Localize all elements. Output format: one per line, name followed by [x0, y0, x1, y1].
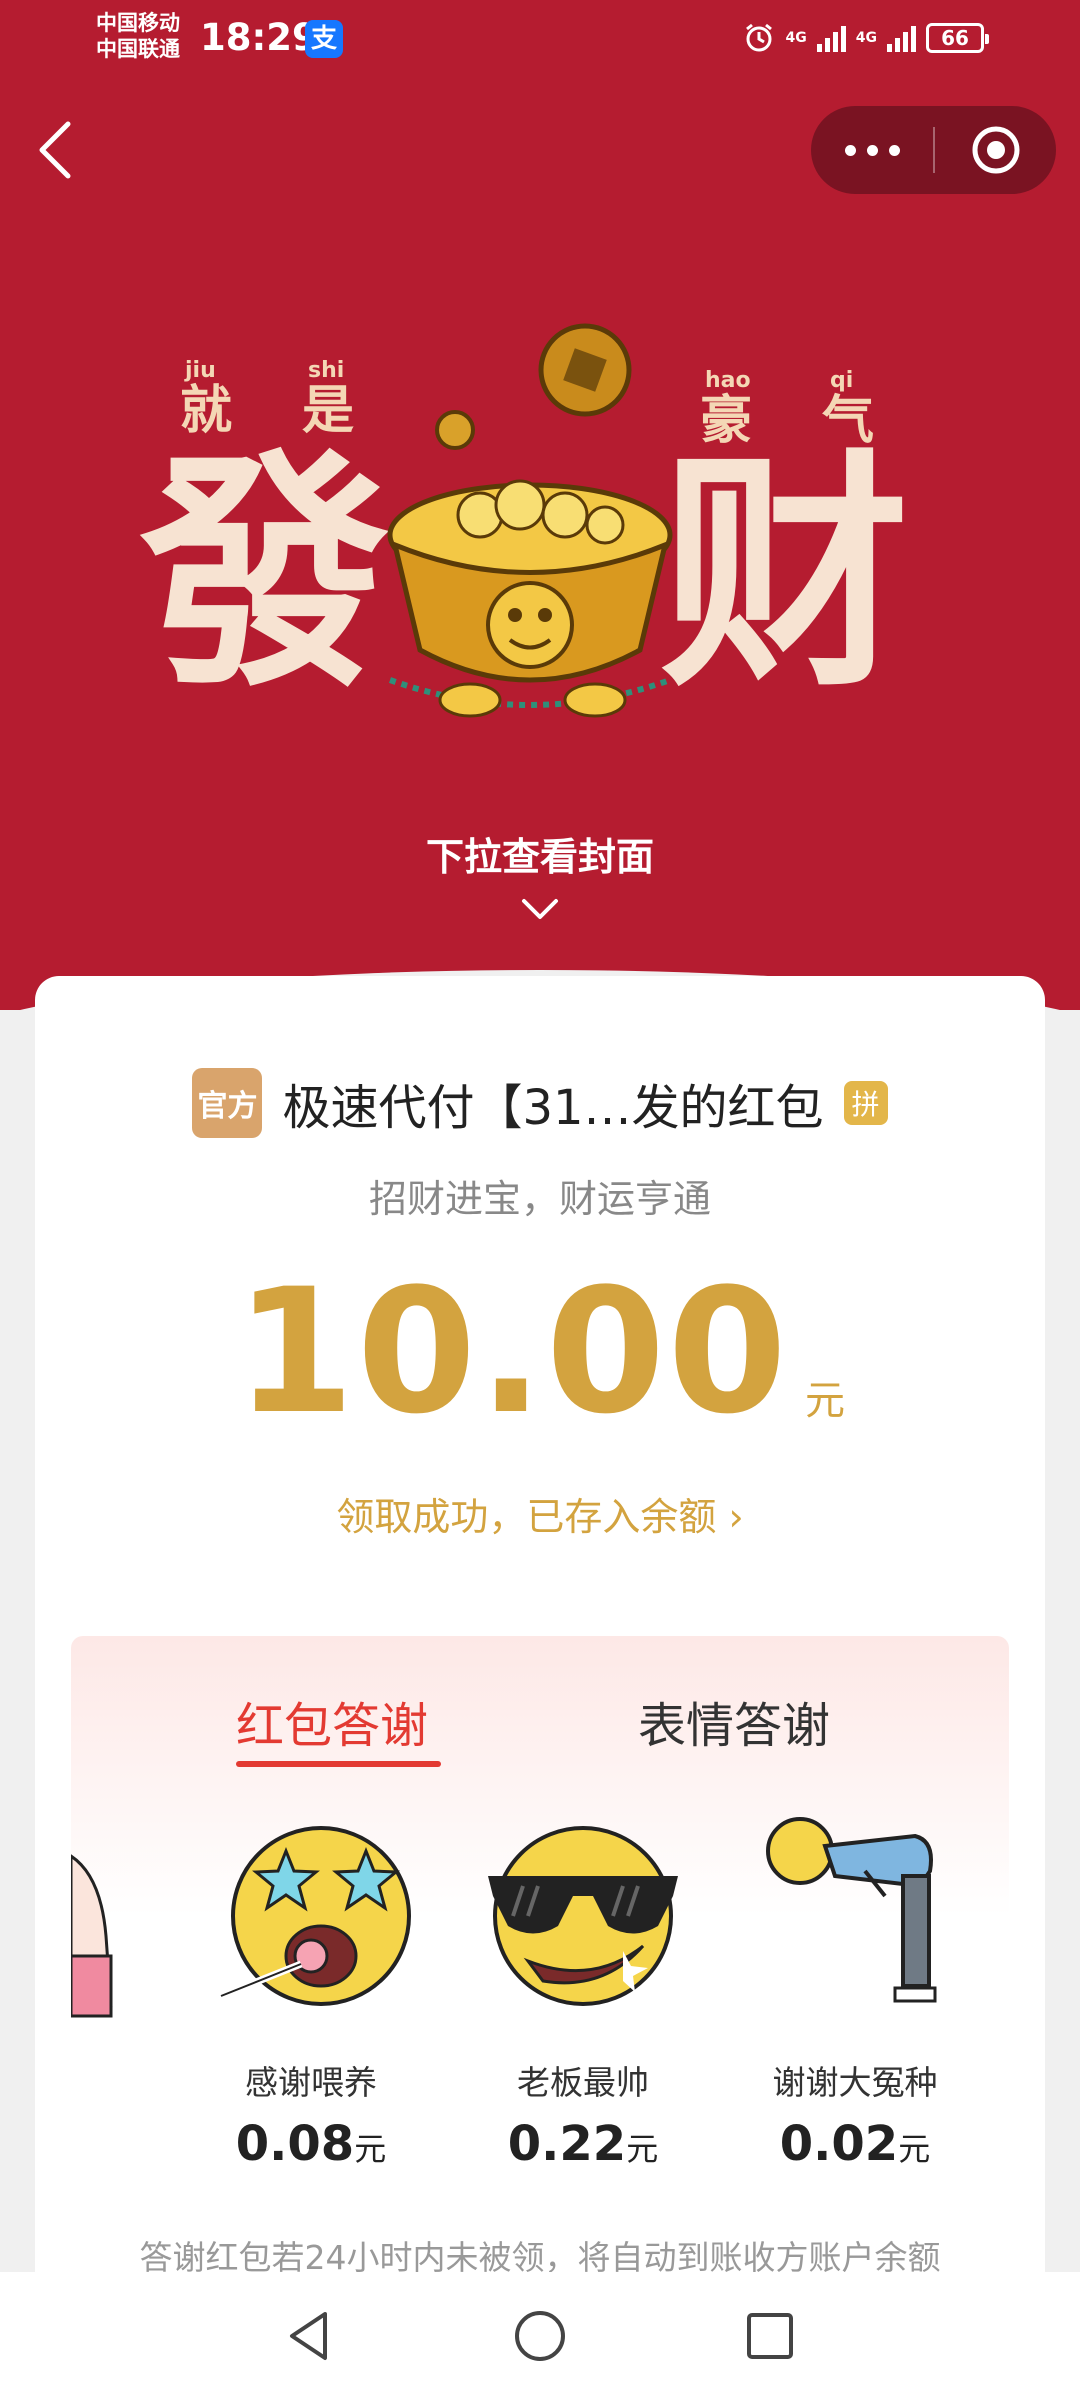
thanks-item-unit: 元	[626, 2130, 659, 2168]
alarm-icon	[745, 23, 772, 52]
close-miniprogram-button[interactable]	[935, 106, 1056, 194]
alipay-icon: 支	[305, 20, 343, 58]
pinyin-3: hao	[705, 368, 751, 393]
blessing-text: 招财进宝，财运亨通	[368, 1177, 711, 1221]
more-button[interactable]	[811, 106, 933, 194]
amount-value: 10.00	[234, 1251, 790, 1452]
thanks-item-amount: 0.02	[779, 2116, 899, 2172]
thanks-item-amount: 0.08	[235, 2116, 355, 2172]
tab-emoji-thanks[interactable]: 表情答谢	[638, 1686, 830, 1756]
carrier-2: 中国联通	[96, 37, 180, 61]
pin-badge: 拼	[843, 1081, 888, 1125]
hand-sticker-icon	[71, 1854, 113, 2018]
thanks-item-price: 0.02元	[735, 2116, 975, 2172]
system-navigation-bar	[0, 2272, 1080, 2400]
battery-level: 66	[941, 26, 969, 50]
amount-row: 10.00 元	[35, 1266, 1045, 1438]
thanks-panel: 红包答谢 表情答谢 感谢喂养 0.08元 老板最帅 0.22元 谢谢大冤种 0.…	[71, 1636, 1009, 2316]
official-badge: 官方	[192, 1068, 263, 1138]
chevron-left-icon	[39, 121, 71, 179]
sender-name: 极速代付【31…发的红包	[282, 1080, 824, 1136]
more-dot	[866, 144, 878, 156]
treasure-bowl-icon	[387, 323, 673, 718]
thanks-item-2[interactable]: 老板最帅 0.22元	[463, 1816, 693, 2176]
square-recents-icon	[747, 2313, 793, 2359]
partial-thanks-item[interactable]	[71, 1846, 131, 2046]
chevron-down-icon	[522, 899, 558, 919]
more-dot	[888, 144, 900, 156]
cover-big-char-1: 發	[140, 429, 390, 720]
network-type-2: 4G	[855, 30, 877, 46]
thanks-item-label: 老板最帅	[517, 2063, 649, 2102]
thanks-item-3[interactable]: 谢谢大冤种 0.02元	[735, 1816, 965, 2176]
network-type-1: 4G	[785, 30, 807, 46]
signal-icon-1	[816, 24, 846, 52]
back-button[interactable]	[28, 110, 88, 190]
sender-row: 官方 极速代付【31…发的红包 拼	[35, 1068, 1045, 1138]
nav-recents-button[interactable]	[730, 2296, 810, 2376]
miniprogram-capsule	[811, 106, 1056, 194]
thanks-item-label: 谢谢大冤种	[772, 2063, 938, 2102]
nav-back-button[interactable]	[270, 2296, 350, 2376]
pinyin-4: qi	[830, 368, 854, 393]
more-dots-icon	[844, 144, 856, 156]
status-time: 18:29	[200, 16, 318, 59]
nav-home-button[interactable]	[500, 2296, 580, 2376]
carrier-names: 中国移动 中国联通	[96, 10, 180, 62]
tab-red-packet-thanks[interactable]: 红包答谢	[236, 1686, 428, 1756]
target-circle-icon	[972, 126, 1019, 174]
thanks-item-price: 0.22元	[463, 2116, 703, 2172]
circle-home-icon	[515, 2311, 565, 2361]
signal-icon-2	[887, 24, 916, 52]
red-packet-cover[interactable]: jiu shi hao qi 就 是 豪 气 發 财	[140, 310, 940, 750]
thanks-item-1[interactable]: 感谢喂养 0.08元	[191, 1816, 421, 2176]
bowing-figure-icon	[766, 1817, 937, 2003]
pinyin-2: shi	[308, 358, 345, 383]
received-balance-link[interactable]: 领取成功，已存入余额 ›	[35, 1486, 1045, 1541]
thanks-item-price: 0.08元	[191, 2116, 431, 2172]
amount-unit: 元	[805, 1378, 846, 1424]
thanks-item-unit: 元	[898, 2130, 931, 2168]
sunglasses-emoji-icon	[488, 1826, 678, 2006]
pinyin-1: jiu	[185, 358, 216, 383]
carrier-1: 中国移动	[96, 11, 180, 35]
pull-down-hint[interactable]: 下拉查看封面	[0, 826, 1080, 881]
thanks-item-unit: 元	[354, 2130, 387, 2168]
star-eyes-emoji-icon	[219, 1826, 411, 2006]
thanks-item-amount: 0.22	[507, 2116, 627, 2172]
battery-icon: 66	[926, 23, 989, 53]
active-tab-indicator	[236, 1761, 441, 1767]
triangle-back-icon	[290, 2312, 327, 2360]
red-packet-detail-card: 官方 极速代付【31…发的红包 拼 招财进宝，财运亨通 10.00 元 领取成功…	[35, 976, 1045, 2400]
status-icons: 4G 4G 66	[742, 18, 989, 58]
thanks-item-label: 感谢喂养	[245, 2063, 377, 2102]
status-bar: 中国移动 中国联通 18:29 支 4G 4G 66	[0, 0, 1080, 76]
